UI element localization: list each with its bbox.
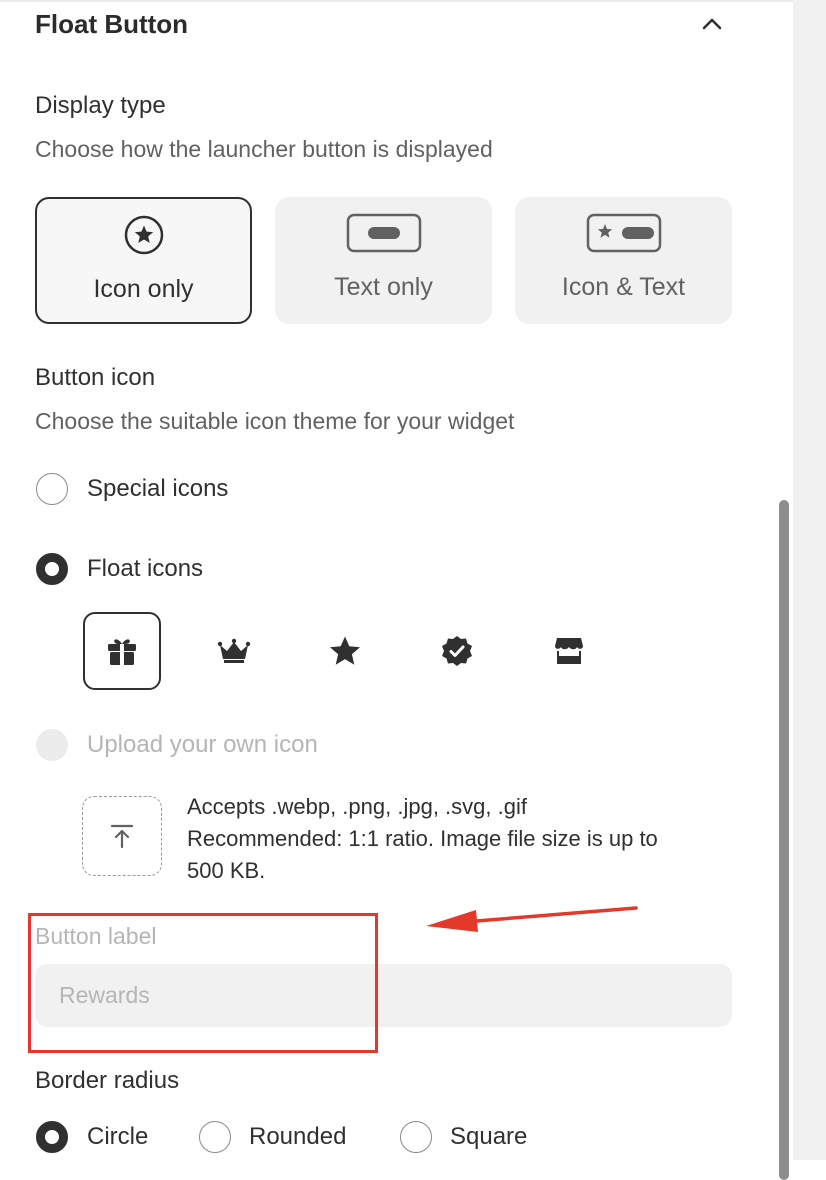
star-pill-icon — [515, 213, 732, 253]
button-icon-label: Button icon — [35, 364, 156, 391]
border-radius-square-label: Square — [450, 1123, 528, 1150]
border-radius-square-radio[interactable] — [400, 1121, 432, 1153]
display-type-option-label: Text only — [334, 273, 433, 301]
annotation-highlight-box — [28, 913, 378, 1053]
display-type-help: Choose how the launcher button is displa… — [35, 136, 493, 162]
chevron-up-icon[interactable] — [700, 12, 724, 36]
button-icon-help: Choose the suitable icon theme for your … — [35, 408, 515, 434]
special-icons-label: Special icons — [87, 475, 229, 502]
border-radius-rounded-radio[interactable] — [199, 1121, 231, 1153]
display-type-icon-only[interactable]: Icon only — [35, 197, 252, 324]
settings-panel: Float Button Display type Choose how the… — [0, 0, 793, 1160]
store-icon — [555, 638, 583, 664]
text-pill-icon — [275, 213, 492, 253]
star-icon — [330, 636, 360, 665]
special-icons-radio[interactable] — [36, 473, 68, 505]
upload-icon-radio[interactable] — [36, 729, 68, 761]
border-radius-label: Border radius — [35, 1067, 180, 1094]
divider — [0, 0, 793, 2]
crown-icon — [217, 638, 251, 663]
display-type-text-only[interactable]: Text only — [275, 197, 492, 324]
scrollbar-track[interactable] — [793, 0, 826, 1160]
border-radius-circle-label: Circle — [87, 1123, 149, 1150]
upload-icon-label: Upload your own icon — [87, 731, 318, 758]
section-title: Float Button — [35, 9, 189, 39]
border-radius-rounded-label: Rounded — [249, 1123, 347, 1150]
display-type-option-label: Icon only — [93, 275, 194, 303]
float-icon-store[interactable] — [530, 612, 608, 690]
circled-star-icon — [37, 215, 250, 255]
gift-icon — [108, 639, 136, 665]
display-type-option-label: Icon & Text — [561, 273, 686, 301]
border-radius-circle-radio[interactable] — [36, 1121, 68, 1153]
upload-recommend: Recommended: 1:1 ratio. Image file size … — [187, 826, 658, 851]
upload-accepts: Accepts .webp, .png, .jpg, .svg, .gif — [187, 794, 527, 819]
display-type-icon-text[interactable]: Icon & Text — [515, 197, 732, 324]
float-icon-verified[interactable] — [418, 612, 496, 690]
display-type-label: Display type — [35, 92, 166, 119]
upload-dropzone[interactable] — [82, 796, 162, 876]
float-icon-star[interactable] — [306, 612, 384, 690]
float-icons-label: Float icons — [87, 555, 204, 582]
scrollbar-thumb[interactable] — [779, 500, 789, 1180]
annotation-arrow-icon — [426, 906, 638, 932]
float-icon-crown[interactable] — [195, 612, 273, 690]
upload-requirements: Accepts .webp, .png, .jpg, .svg, .gif Re… — [187, 791, 747, 887]
verified-badge-icon — [442, 636, 472, 666]
upload-recommend-size: 500 KB. — [187, 858, 266, 883]
upload-icon — [110, 824, 134, 849]
float-icon-gift[interactable] — [83, 612, 161, 690]
float-icons-radio[interactable] — [36, 553, 68, 585]
